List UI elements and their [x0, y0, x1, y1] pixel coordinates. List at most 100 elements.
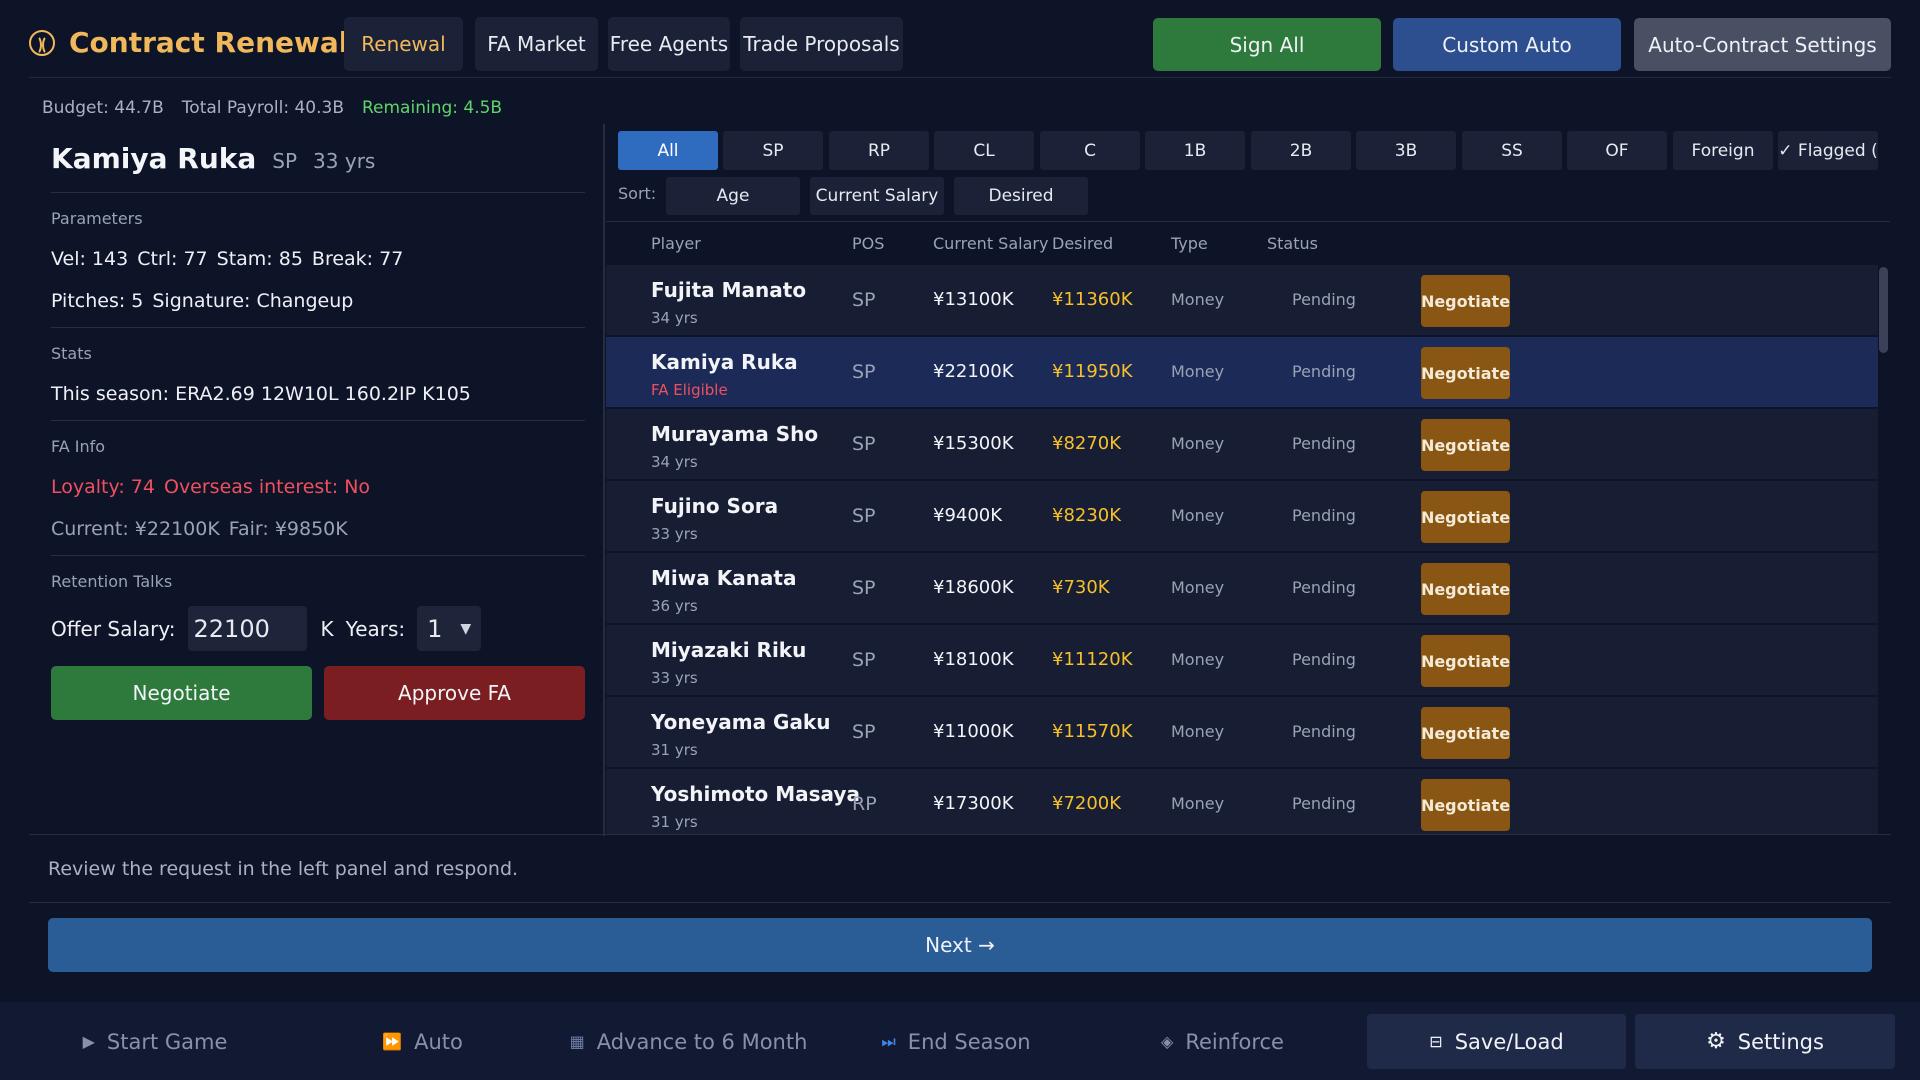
row-current-salary: ¥18600K [933, 577, 1014, 598]
filter-c[interactable]: C [1040, 131, 1140, 170]
row-player-age: 31 yrs [651, 741, 698, 759]
column-pos[interactable]: POS [852, 234, 884, 253]
row-player-age: 31 yrs [651, 813, 698, 831]
tab-trade-proposals[interactable]: Trade Proposals [740, 17, 903, 71]
start-game-button[interactable]: ▶ Start Game [27, 1014, 283, 1069]
next-button[interactable]: Next → [48, 918, 1872, 972]
row-negotiate-button[interactable]: Negotiate [1421, 635, 1510, 687]
column-status[interactable]: Status [1267, 234, 1318, 253]
row-negotiate-button[interactable]: Negotiate [1421, 707, 1510, 759]
row-negotiate-button[interactable]: Negotiate [1421, 491, 1510, 543]
row-status: Pending [1292, 578, 1356, 597]
row-pos: RP [852, 793, 877, 815]
row-player-name: Miwa Kanata [651, 566, 797, 590]
settings-label: Settings [1737, 1029, 1824, 1054]
column-type[interactable]: Type [1171, 234, 1208, 253]
table-row[interactable]: Miwa Kanata 36 yrs SP ¥18600K ¥730K Mone… [606, 553, 1878, 623]
row-negotiate-button[interactable]: Negotiate [1421, 563, 1510, 615]
column-player[interactable]: Player [651, 234, 701, 253]
row-desired-salary: ¥8230K [1052, 505, 1122, 526]
filter-rp[interactable]: RP [829, 131, 929, 170]
custom-auto-button[interactable]: Custom Auto [1393, 18, 1621, 71]
years-select[interactable]: 1 ▼ [417, 606, 482, 651]
panel-separator [603, 124, 605, 836]
filter-cl[interactable]: CL [934, 131, 1034, 170]
filter-all[interactable]: All [618, 131, 718, 170]
filter-3b[interactable]: 3B [1356, 131, 1456, 170]
row-type: Money [1171, 578, 1225, 597]
settings-button[interactable]: ⚙ Settings [1635, 1014, 1895, 1069]
reinforce-label: Reinforce [1185, 1029, 1284, 1054]
sort-current-salary-button[interactable]: Current Salary [810, 177, 944, 215]
brand: Contract Renewal [29, 26, 348, 59]
filter-foreign[interactable]: Foreign [1673, 131, 1773, 170]
table-row[interactable]: Murayama Sho 34 yrs SP ¥15300K ¥8270K Mo… [606, 409, 1878, 479]
filter-of[interactable]: OF [1567, 131, 1667, 170]
scrollbar-thumb[interactable] [1879, 267, 1888, 353]
row-player-name: Miyazaki Riku [651, 638, 807, 662]
filter-2b[interactable]: 2B [1251, 131, 1351, 170]
row-type: Money [1171, 722, 1225, 741]
sort-age-button[interactable]: Age [666, 177, 800, 215]
filter-sp[interactable]: SP [723, 131, 823, 170]
filter-flagged[interactable]: ✓ Flagged ( [1778, 131, 1878, 170]
auto-button[interactable]: ⏩ Auto [294, 1014, 551, 1069]
table-row[interactable]: Yoshimoto Masaya 31 yrs RP ¥17300K ¥7200… [606, 769, 1878, 835]
offer-salary-input[interactable] [187, 606, 307, 651]
table-row[interactable]: Yoneyama Gaku 31 yrs SP ¥11000K ¥11570K … [606, 697, 1878, 767]
tab-fa-market[interactable]: FA Market [475, 17, 598, 71]
reinforce-button[interactable]: ◈ Reinforce [1094, 1014, 1351, 1069]
auto-contract-settings-button[interactable]: Auto-Contract Settings [1634, 18, 1891, 71]
column-desired[interactable]: Desired [1052, 234, 1113, 253]
row-pos: SP [852, 649, 876, 671]
sign-all-button[interactable]: Sign All [1153, 18, 1381, 71]
divider [51, 555, 585, 556]
row-desired-salary: ¥8270K [1052, 433, 1122, 454]
salary-line: Current: ¥22100K Fair: ¥9850K [51, 518, 348, 540]
pitches-line: Pitches: 5 Signature: Changeup [51, 290, 353, 312]
row-status: Pending [1292, 362, 1356, 381]
row-current-salary: ¥17300K [933, 793, 1014, 814]
row-negotiate-button[interactable]: Negotiate [1421, 347, 1510, 399]
tab-renewal[interactable]: Renewal [344, 17, 463, 71]
advance-month-button[interactable]: ▦ Advance to 6 Month [560, 1014, 817, 1069]
table-row[interactable]: Fujino Sora 33 yrs SP ¥9400K ¥8230K Mone… [606, 481, 1878, 551]
divider [29, 834, 1891, 835]
row-current-salary: ¥13100K [933, 289, 1014, 310]
tab-free-agents[interactable]: Free Agents [608, 17, 730, 71]
filter-ss[interactable]: SS [1462, 131, 1562, 170]
table-scrollbar[interactable] [1878, 265, 1890, 835]
page-title: Contract Renewal [69, 26, 349, 59]
row-negotiate-button[interactable]: Negotiate [1421, 779, 1510, 831]
table-row[interactable]: Miyazaki Riku 33 yrs SP ¥18100K ¥11120K … [606, 625, 1878, 695]
loyalty: Loyalty: 74 [51, 476, 155, 498]
approve-fa-button[interactable]: Approve FA [324, 666, 585, 720]
budget-value: Budget: 44.7B [42, 98, 164, 118]
current-salary: Current: ¥22100K [51, 518, 220, 540]
row-type: Money [1171, 506, 1225, 525]
table-row[interactable]: Kamiya Ruka FA Eligible SP ¥22100K ¥1195… [606, 337, 1878, 407]
fa-info-heading: FA Info [51, 437, 106, 456]
save-load-label: Save/Load [1454, 1029, 1564, 1054]
row-negotiate-button[interactable]: Negotiate [1421, 275, 1510, 327]
row-negotiate-button[interactable]: Negotiate [1421, 419, 1510, 471]
negotiate-button[interactable]: Negotiate [51, 666, 312, 720]
row-player-age: 33 yrs [651, 525, 698, 543]
end-season-label: End Season [907, 1029, 1031, 1054]
row-status: Pending [1292, 434, 1356, 453]
skip-forward-icon: ⏭ [881, 1031, 896, 1051]
column-current-salary[interactable]: Current Salary [933, 234, 1048, 253]
offer-unit: K [320, 616, 334, 641]
row-fa-eligible-badge: FA Eligible [651, 381, 728, 399]
pitches-count: Pitches: 5 [51, 290, 144, 312]
sort-label: Sort: [618, 184, 657, 203]
sort-desired-button[interactable]: Desired [954, 177, 1088, 215]
table-row[interactable]: Fujita Manato 34 yrs SP ¥13100K ¥11360K … [606, 265, 1878, 335]
row-player-name: Kamiya Ruka [651, 350, 798, 374]
filter-1b[interactable]: 1B [1145, 131, 1245, 170]
row-desired-salary: ¥11360K [1052, 289, 1133, 310]
save-load-button[interactable]: ⊟ Save/Load [1367, 1014, 1626, 1069]
gear-icon: ⚙ [1706, 1029, 1726, 1054]
end-season-button[interactable]: ⏭ End Season [828, 1014, 1084, 1069]
advance-label: Advance to 6 Month [596, 1029, 808, 1054]
